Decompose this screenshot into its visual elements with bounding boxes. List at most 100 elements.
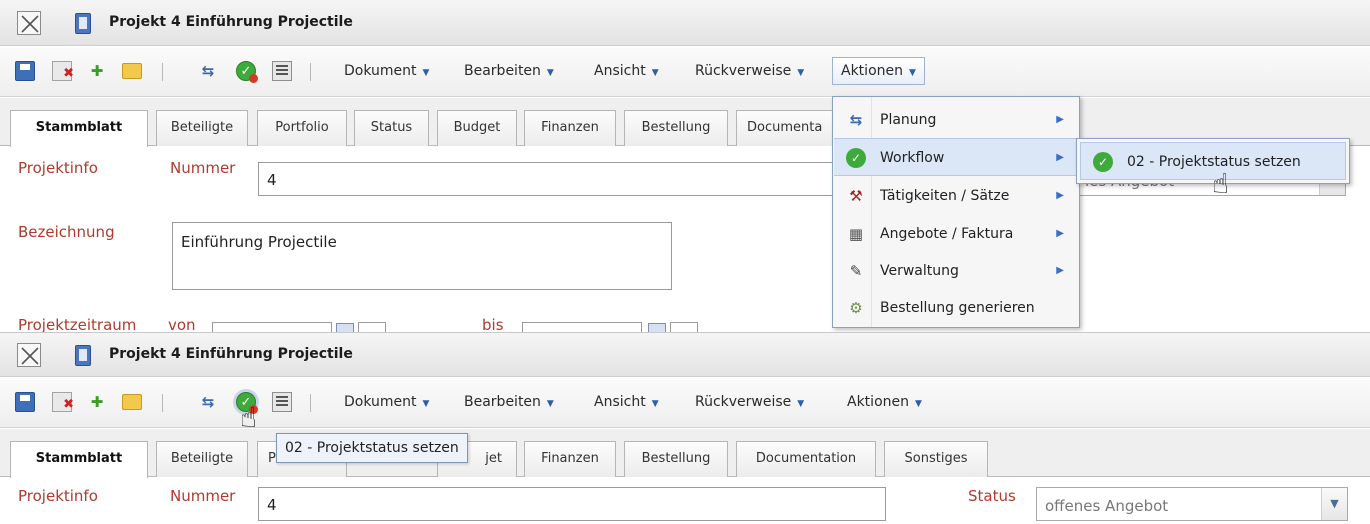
tab-portfolio[interactable]: Portfolio (257, 110, 347, 146)
workflow-icon[interactable]: ✓ (236, 61, 258, 83)
von-time-input[interactable] (358, 322, 386, 332)
status-select-value: offenes Angebot (1045, 497, 1169, 515)
menu-dokument[interactable]: Dokument ▼ (335, 388, 438, 416)
menu-item-label: Workflow (880, 150, 945, 166)
toolbar: ✚ ⇆ ✓ Dokument▼ Bearbeiten▼ Ansicht▼ Rüc… (0, 378, 1370, 428)
window-panel-top: Projekt 4 Einführung Projectile ✚ ⇆ ✓ Do… (0, 0, 1370, 332)
menu-item-verwaltung[interactable]: ✎ Verwaltung ▶ (834, 252, 1078, 290)
report-icon[interactable] (272, 392, 292, 412)
tab-status[interactable]: Status (354, 110, 429, 146)
tab-beteiligte[interactable]: Beteiligte (156, 441, 248, 477)
status-label: Status (968, 487, 1016, 505)
tab-budget[interactable]: Budget (437, 110, 517, 146)
section-label-projektinfo: Projektinfo (18, 159, 98, 177)
bezeichnung-label: Bezeichnung (18, 223, 115, 241)
workflow-tooltip: 02 - Projektstatus setzen (276, 433, 468, 463)
hand-cursor-icon: ☝ (240, 401, 258, 434)
menu-label: Bearbeiten (464, 394, 541, 410)
menu-item-label: Tätigkeiten / Sätze (880, 188, 1010, 204)
caret-down-icon: ▼ (797, 399, 805, 409)
menu-ansicht[interactable]: Ansicht ▼ (585, 388, 668, 416)
delete-icon[interactable] (52, 392, 74, 415)
title-bar: Projekt 4 Einführung Projectile (0, 333, 1370, 377)
tab-bestellung[interactable]: Bestellung (624, 110, 728, 146)
tab-stammblatt[interactable]: Stammblatt (10, 441, 148, 478)
tab-strip: Stammblatt Beteiligte P jet Finanzen Bes… (0, 429, 1370, 478)
add-icon[interactable]: ✚ (87, 61, 107, 81)
calendar-icon[interactable] (336, 323, 354, 332)
menu-item-label: Bestellung generieren (880, 300, 1035, 316)
menu-bearbeiten[interactable]: Bearbeiten ▼ (455, 57, 563, 85)
hammer-icon: ⚒ (849, 187, 863, 205)
gear-icon: ⚙ (849, 299, 863, 317)
folder-icon[interactable] (122, 63, 142, 79)
menu-item-bestellung-generieren[interactable]: ⚙ Bestellung generieren (834, 289, 1078, 327)
menu-item-angebote[interactable]: ▦ Angebote / Faktura ▶ (834, 215, 1078, 253)
menu-item-workflow[interactable]: ✓ Workflow ▶ (834, 138, 1078, 176)
tab-documentation[interactable]: Documenta (736, 110, 836, 146)
calendar-icon[interactable] (648, 323, 666, 332)
zeitraum-label: Projektzeitraum (18, 316, 137, 332)
section-label-projektinfo: Projektinfo (18, 487, 98, 505)
delete-icon[interactable] (52, 61, 74, 84)
bis-date-input[interactable] (522, 322, 642, 332)
caret-down-icon: ▼ (909, 68, 916, 78)
menu-rueckverweise[interactable]: Rückverweise ▼ (686, 388, 813, 416)
chevron-down-icon: ▼ (1321, 488, 1347, 520)
hand-cursor-icon: ☝ (1212, 167, 1230, 200)
menu-label: Aktionen (847, 394, 909, 410)
planning-icon: ⇆ (849, 111, 863, 129)
tab-beteiligte[interactable]: Beteiligte (156, 110, 248, 146)
tab-bestellung[interactable]: Bestellung (624, 441, 728, 477)
tab-finanzen[interactable]: Finanzen (524, 441, 616, 477)
window-panel-bottom: Projekt 4 Einführung Projectile ✚ ⇆ ✓ Do… (0, 332, 1370, 524)
nummer-input[interactable]: 4 (258, 162, 838, 196)
close-icon[interactable] (17, 343, 41, 367)
submenu-arrow-icon: ▶ (1056, 114, 1064, 125)
tab-stammblatt[interactable]: Stammblatt (10, 110, 148, 147)
menu-label: Ansicht (594, 394, 646, 410)
menu-bearbeiten[interactable]: Bearbeiten ▼ (455, 388, 563, 416)
caret-down-icon: ▼ (422, 68, 430, 78)
menu-rueckverweise[interactable]: Rückverweise ▼ (686, 57, 813, 85)
nummer-label: Nummer (170, 487, 236, 505)
menu-item-planung[interactable]: ⇆ Planung ▶ (834, 101, 1078, 139)
tab-sonstiges[interactable]: Sonstiges (884, 441, 988, 477)
caret-down-icon: ▼ (651, 399, 659, 409)
caret-down-icon: ▼ (546, 68, 554, 78)
folder-icon[interactable] (122, 394, 142, 410)
planning-icon[interactable]: ⇆ (198, 392, 218, 412)
status-select[interactable]: offenes Angebot ▼ (1036, 487, 1348, 521)
aktionen-dropdown-menu: ⇆ Planung ▶ ✓ Workflow ▶ ⚒ Tätigkeiten /… (832, 96, 1080, 328)
nummer-input[interactable]: 4 (258, 487, 886, 521)
menu-item-taetigkeiten[interactable]: ⚒ Tätigkeiten / Sätze ▶ (834, 177, 1078, 215)
von-date-input[interactable] (212, 322, 332, 332)
von-label: von (168, 316, 196, 332)
menu-ansicht[interactable]: Ansicht ▼ (585, 57, 668, 85)
close-glyph (21, 347, 39, 365)
menu-aktionen[interactable]: Aktionen ▼ (838, 388, 931, 416)
bis-time-input[interactable] (670, 322, 698, 332)
bezeichnung-textarea[interactable]: Einführung Projectile (172, 222, 672, 290)
tab-documentation[interactable]: Documentation (736, 441, 876, 477)
menu-aktionen[interactable]: Aktionen ▼ (832, 57, 925, 85)
tab-finanzen[interactable]: Finanzen (524, 110, 616, 146)
window-title: Projekt 4 Einführung Projectile (109, 346, 353, 362)
document-icon (75, 345, 91, 366)
close-glyph (21, 15, 39, 33)
add-icon[interactable]: ✚ (87, 392, 107, 412)
menu-item-label: Verwaltung (880, 263, 959, 279)
submenu-arrow-icon: ▶ (1056, 152, 1064, 163)
report-icon[interactable] (272, 61, 292, 81)
planning-icon[interactable]: ⇆ (198, 61, 218, 81)
menu-dokument[interactable]: Dokument ▼ (335, 57, 438, 85)
menu-label: Rückverweise (695, 63, 792, 79)
toolbar-separator (310, 394, 311, 412)
close-icon[interactable] (17, 11, 41, 35)
toolbar: ✚ ⇆ ✓ Dokument▼ Bearbeiten▼ Ansicht▼ Rüc… (0, 47, 1370, 97)
save-icon[interactable] (15, 392, 35, 412)
submenu-arrow-icon: ▶ (1056, 228, 1064, 239)
save-icon[interactable] (15, 61, 35, 81)
menu-item-label: Planung (880, 112, 937, 128)
menu-label: Dokument (344, 394, 417, 410)
